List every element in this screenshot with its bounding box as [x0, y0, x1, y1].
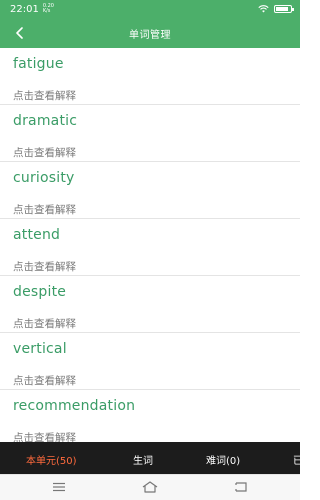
app-screen: 22:01 0.20 K/s 单词管理 fatigue 点击查看解释 drama… [0, 0, 300, 500]
word-list: fatigue 点击查看解释 dramatic 点击查看解释 curiosity… [0, 48, 300, 442]
tab-this-unit[interactable]: 本单元(50) [26, 452, 77, 467]
menu-icon[interactable] [50, 480, 68, 494]
word-list-item[interactable]: fatigue 点击查看解释 [0, 48, 300, 105]
chevron-left-icon[interactable] [10, 23, 30, 43]
word-list-item[interactable]: recommendation 点击查看解释 [0, 390, 300, 442]
status-icons [258, 5, 294, 13]
definition-hint[interactable]: 点击查看解释 [13, 259, 76, 274]
status-bar: 22:01 0.20 K/s [0, 0, 300, 18]
word-text: attend [13, 227, 61, 243]
definition-hint[interactable]: 点击查看解释 [13, 202, 76, 217]
definition-hint[interactable]: 点击查看解释 [13, 316, 76, 331]
word-text: despite [13, 284, 67, 300]
definition-hint[interactable]: 点击查看解释 [13, 88, 76, 103]
status-time: 22:01 [10, 3, 39, 15]
bottom-tab-bar: 本单元(50) 生词 难词(0) 已 [0, 442, 300, 474]
word-list-item[interactable]: curiosity 点击查看解释 [0, 162, 300, 219]
word-list-item[interactable]: attend 点击查看解释 [0, 219, 300, 276]
word-text: vertical [13, 341, 67, 357]
tab-new-words[interactable]: 生词 [133, 452, 153, 467]
word-text: curiosity [13, 170, 75, 186]
word-list-item[interactable]: vertical 点击查看解释 [0, 333, 300, 390]
app-bar: 单词管理 [0, 18, 300, 48]
home-icon[interactable] [141, 480, 159, 494]
word-text: fatigue [13, 56, 64, 72]
word-text: dramatic [13, 113, 78, 129]
definition-hint[interactable]: 点击查看解释 [13, 145, 76, 160]
word-list-item[interactable]: despite 点击查看解释 [0, 276, 300, 333]
wifi-icon [258, 5, 269, 13]
word-list-item[interactable]: dramatic 点击查看解释 [0, 105, 300, 162]
page-title: 单词管理 [129, 29, 171, 41]
word-text: recommendation [13, 398, 136, 414]
back-icon[interactable] [232, 480, 250, 494]
network-speed: 0.20 K/s [42, 3, 54, 14]
system-nav-bar [0, 474, 300, 500]
tab-mastered[interactable]: 已 [293, 452, 300, 467]
definition-hint[interactable]: 点击查看解释 [13, 430, 76, 442]
battery-icon [274, 5, 294, 13]
tab-difficult-words[interactable]: 难词(0) [206, 452, 240, 467]
definition-hint[interactable]: 点击查看解释 [13, 373, 76, 388]
